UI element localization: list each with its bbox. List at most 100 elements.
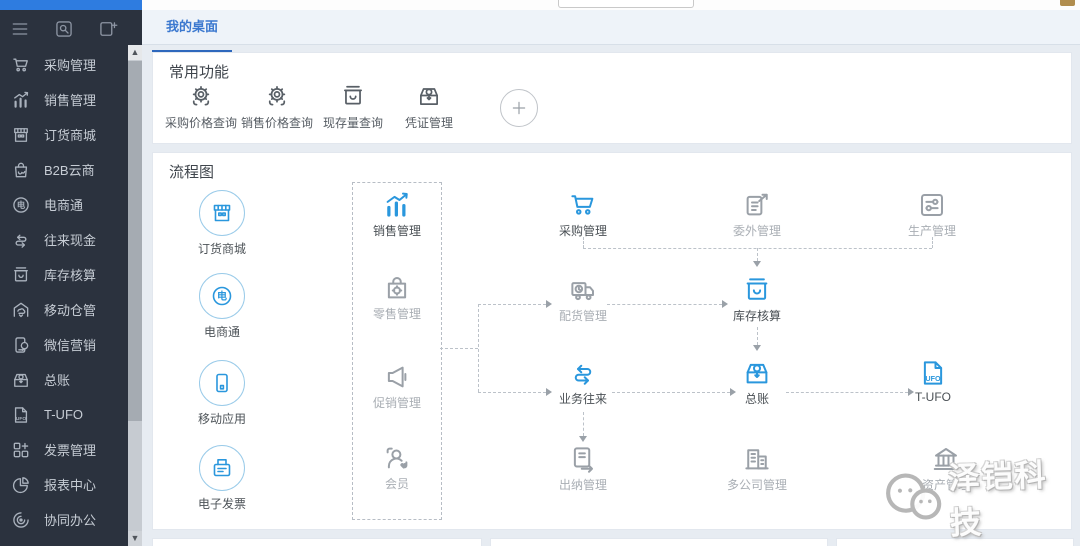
quick-item-label: 销售价格查询 <box>241 114 313 131</box>
sidebar-scrollbar[interactable]: ▲ ▼ <box>128 45 142 546</box>
flow-node-label: 生产管理 <box>908 222 956 239</box>
sidebar-item-12[interactable]: 报表中心 <box>0 467 128 502</box>
chart-icon <box>11 90 31 110</box>
tab-my-desktop[interactable]: 我的桌面 <box>152 10 232 45</box>
new-window-icon[interactable] <box>98 19 118 39</box>
flow-node-dianzifapiao[interactable]: 电子发票 <box>198 445 246 512</box>
flow-connector <box>440 348 478 349</box>
flow-node-label: 电子发票 <box>198 495 246 512</box>
gear-icon <box>264 83 290 109</box>
flow-connector <box>478 304 479 392</box>
bag-icon <box>11 160 31 180</box>
quick-access-title: 常用功能 <box>169 61 229 82</box>
swap-icon <box>568 358 598 388</box>
bottom-card-3 <box>836 538 1074 546</box>
add-quick-function-button[interactable] <box>500 89 538 127</box>
search-window-icon[interactable] <box>54 19 74 39</box>
quick-item-2[interactable]: 现存量查询 <box>315 83 391 131</box>
flow-node-label: 委外管理 <box>733 222 781 239</box>
node-circle <box>199 445 245 491</box>
flow-arrowhead <box>546 300 552 308</box>
sidebar-item-2[interactable]: 订货商城 <box>0 117 128 152</box>
sidebar-item-7[interactable]: 移动仓管 <box>0 292 128 327</box>
quick-item-1[interactable]: 销售价格查询 <box>239 83 315 131</box>
bank-icon <box>931 444 961 474</box>
sidebar-item-1[interactable]: 销售管理 <box>0 82 128 117</box>
scrollbar-up-icon[interactable]: ▲ <box>128 45 142 60</box>
flow-node-zongzhang[interactable]: 总账 <box>742 358 772 407</box>
flow-node-weiwai[interactable]: 委外管理 <box>733 190 781 239</box>
swap-icon <box>11 230 31 250</box>
flow-node-chuna[interactable]: 出纳管理 <box>559 444 607 493</box>
produce-icon <box>917 190 947 220</box>
flow-node-shengchan[interactable]: 生产管理 <box>908 190 956 239</box>
gear-icon <box>188 83 214 109</box>
quick-item-0[interactable]: 采购价格查询 <box>163 83 239 131</box>
sidebar-item-4[interactable]: 电电商通 <box>0 187 128 222</box>
flow-node-lingshou[interactable]: 零售管理 <box>373 273 421 322</box>
flow-node-label: 移动应用 <box>198 410 246 427</box>
sidebar-item-label: 电商通 <box>44 195 83 214</box>
sidebar-item-label: 销售管理 <box>44 90 96 109</box>
scrollbar-down-icon[interactable]: ▼ <box>128 531 142 546</box>
sidebar-item-9[interactable]: 总账 <box>0 362 128 397</box>
phone-icon <box>210 371 234 395</box>
flow-node-label: 电商通 <box>204 323 240 340</box>
sidebar-item-label: 往来现金 <box>44 230 96 249</box>
flow-connector <box>757 248 758 261</box>
sidebar-item-label: T-UFO <box>44 407 83 422</box>
quick-item-3[interactable]: 凭证管理 <box>391 83 467 131</box>
flow-node-xiaoshou[interactable]: 销售管理 <box>373 190 421 239</box>
einvoice-icon <box>210 456 234 480</box>
sidebar-item-0[interactable]: 采购管理 <box>0 47 128 82</box>
flow-connector <box>786 392 908 393</box>
flow-node-duogongsi[interactable]: 多公司管理 <box>727 444 787 493</box>
flow-node-dinghuo[interactable]: 订货商城 <box>198 190 246 257</box>
sidebar-item-10[interactable]: UFO T-UFO <box>0 397 128 432</box>
archive-icon <box>340 83 366 109</box>
flow-node-kucun[interactable]: 库存核算 <box>733 275 781 324</box>
flow-arrowhead <box>546 388 552 396</box>
sidebar-item-label: 总账 <box>44 370 70 389</box>
node-circle: 电 <box>199 273 245 319</box>
sidebar-item-3[interactable]: B2B云商 <box>0 152 128 187</box>
tufo-icon: UFO <box>918 358 948 388</box>
svg-text:UFO: UFO <box>925 374 941 383</box>
hamburger-icon[interactable] <box>10 19 30 39</box>
node-circle <box>199 190 245 236</box>
ecommerce-icon: 电 <box>210 284 234 308</box>
browser-address-box <box>558 0 694 8</box>
archive-icon <box>742 275 772 305</box>
browser-extension-icon <box>1060 0 1075 6</box>
flow-node-zichan[interactable]: 资产管理 <box>922 444 970 493</box>
sidebar-item-8[interactable]: 微信营销 <box>0 327 128 362</box>
flow-arrowhead <box>579 436 587 442</box>
ecommerce-icon: 电 <box>11 195 31 215</box>
flow-node-dianshangtong[interactable]: 电电商通 <box>199 273 245 340</box>
sidebar: 采购管理销售管理订货商城B2B云商电电商通往来现金库存核算移动仓管微信营销总账U… <box>0 10 142 546</box>
outsource-icon <box>742 190 772 220</box>
top-blue-strip <box>0 0 142 10</box>
flow-node-caigou[interactable]: 采购管理 <box>559 190 607 239</box>
flow-node-huiyuan[interactable]: 会员 <box>382 443 412 492</box>
browser-chrome-strip <box>142 0 1080 10</box>
sidebar-item-label: 订货商城 <box>44 125 96 144</box>
flow-node-yewu[interactable]: 业务往来 <box>559 358 607 407</box>
flow-node-label: 订货商城 <box>198 240 246 257</box>
flow-node-yidong[interactable]: 移动应用 <box>198 360 246 427</box>
scrollbar-thumb[interactable] <box>128 61 142 421</box>
flow-node-cuxiao[interactable]: 促销管理 <box>373 362 421 411</box>
sidebar-item-6[interactable]: 库存核算 <box>0 257 128 292</box>
archive-icon <box>11 265 31 285</box>
invoice-icon <box>11 440 31 460</box>
svg-text:UFO: UFO <box>16 416 26 422</box>
store-icon <box>210 201 234 225</box>
flow-node-label: 总账 <box>745 390 769 407</box>
sidebar-item-5[interactable]: 往来现金 <box>0 222 128 257</box>
sidebar-item-11[interactable]: 发票管理 <box>0 432 128 467</box>
flow-node-label: 会员 <box>385 475 409 492</box>
wechat-marketing-icon <box>11 335 31 355</box>
flow-node-tufo[interactable]: UFOT-UFO <box>915 358 951 404</box>
flow-node-peihuo[interactable]: 配货管理 <box>559 275 607 324</box>
sidebar-item-13[interactable]: 协同办公 <box>0 502 128 537</box>
